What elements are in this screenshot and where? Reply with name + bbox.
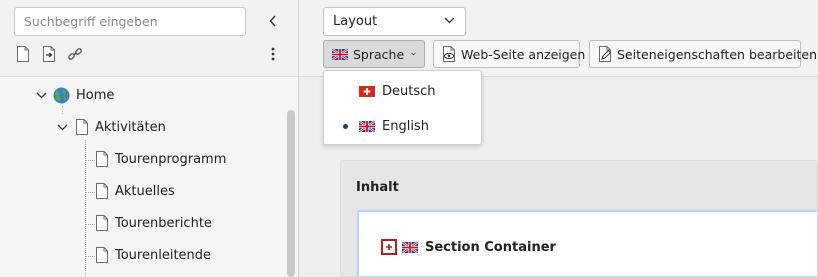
selected-indicator-icon	[343, 124, 348, 129]
uk-flag-icon	[402, 242, 418, 253]
language-button[interactable]: Sprache	[323, 40, 425, 68]
chevron-down-icon	[444, 17, 455, 24]
view-webpage-label: Web-Seite anzeigen	[461, 46, 586, 62]
uk-flag-icon	[359, 121, 375, 132]
tree-item-home[interactable]: Home	[34, 80, 114, 110]
layout-select-value: Layout	[333, 14, 378, 29]
module-toolbar: Layout Sprache Web-Seite anzeigen Seiten…	[299, 0, 818, 77]
content-column: Inhalt Section Container	[340, 160, 818, 277]
link-icon[interactable]	[67, 46, 83, 62]
uk-flag-icon	[332, 49, 348, 60]
content-area: Inhalt Section Container	[323, 146, 818, 277]
kebab-menu-icon	[271, 47, 275, 61]
tree-scrollbar[interactable]	[287, 110, 295, 277]
tree-item-label: Aktivitäten	[95, 119, 166, 135]
edit-page-properties-label: Seiteneigenschaften bearbeiten	[617, 46, 817, 62]
chevron-down-icon[interactable]	[34, 88, 48, 102]
page-icon	[95, 151, 109, 167]
tree-item-label: Tourenleitende	[115, 247, 212, 263]
more-options-button[interactable]	[265, 45, 281, 63]
tree-item-aktivitaeten[interactable]: Aktivitäten	[55, 112, 166, 142]
language-option-label: Deutsch	[382, 83, 436, 99]
collapse-sidebar-button[interactable]	[264, 11, 282, 31]
swiss-flag-icon	[359, 86, 375, 97]
content-element-title: Section Container	[425, 239, 556, 255]
tree-item-label: Tourenprogramm	[115, 151, 227, 167]
chevron-down-icon[interactable]	[55, 120, 69, 134]
tree-item-label: Home	[76, 87, 115, 103]
tree-item-tourenleitende[interactable]: Tourenleitende	[95, 240, 211, 270]
language-option-deutsch[interactable]: Deutsch	[324, 74, 481, 108]
page-icon	[95, 215, 109, 231]
edit-page-properties-button[interactable]: Seiteneigenschaften bearbeiten	[589, 40, 817, 68]
page-icon	[95, 183, 109, 199]
page-module: Layout Sprache Web-Seite anzeigen Seiten…	[299, 0, 818, 277]
content-element-card[interactable]: Section Container	[357, 210, 818, 277]
language-button-label: Sprache	[353, 46, 405, 62]
globe-icon	[53, 87, 70, 103]
page-tree: Home Aktivitäten Tourenprogramm Aktuelle…	[0, 78, 285, 277]
tree-item-tourenberichte[interactable]: Tourenberichte	[95, 208, 212, 238]
tree-item-tourenprogramm[interactable]: Tourenprogramm	[95, 144, 226, 174]
tree-item-aktuelles[interactable]: Aktuelles	[95, 176, 175, 206]
page-icon	[95, 247, 109, 263]
view-page-icon	[442, 46, 456, 62]
edit-page-icon	[598, 46, 612, 62]
page-icon	[75, 119, 89, 135]
language-option-english[interactable]: English	[324, 109, 481, 143]
tree-item-label: Aktuelles	[115, 183, 175, 199]
page-action-icon[interactable]	[41, 46, 57, 62]
page-tree-toolbar	[0, 0, 298, 77]
plus-icon	[386, 244, 392, 250]
tree-item-label: Tourenberichte	[115, 215, 212, 231]
page-tree-panel: Home Aktivitäten Tourenprogramm Aktuelle…	[0, 0, 299, 277]
layout-select[interactable]: Layout	[323, 7, 466, 36]
column-title: Inhalt	[356, 180, 399, 195]
chevron-down-icon	[411, 52, 416, 56]
view-webpage-button[interactable]: Web-Seite anzeigen	[433, 40, 585, 68]
language-dropdown-menu: Deutsch English	[323, 70, 482, 145]
expand-toggle-button[interactable]	[381, 239, 397, 255]
chevron-left-icon	[269, 15, 276, 27]
new-page-icon[interactable]	[15, 46, 31, 62]
search-input[interactable]	[14, 7, 246, 36]
language-option-label: English	[382, 118, 429, 134]
